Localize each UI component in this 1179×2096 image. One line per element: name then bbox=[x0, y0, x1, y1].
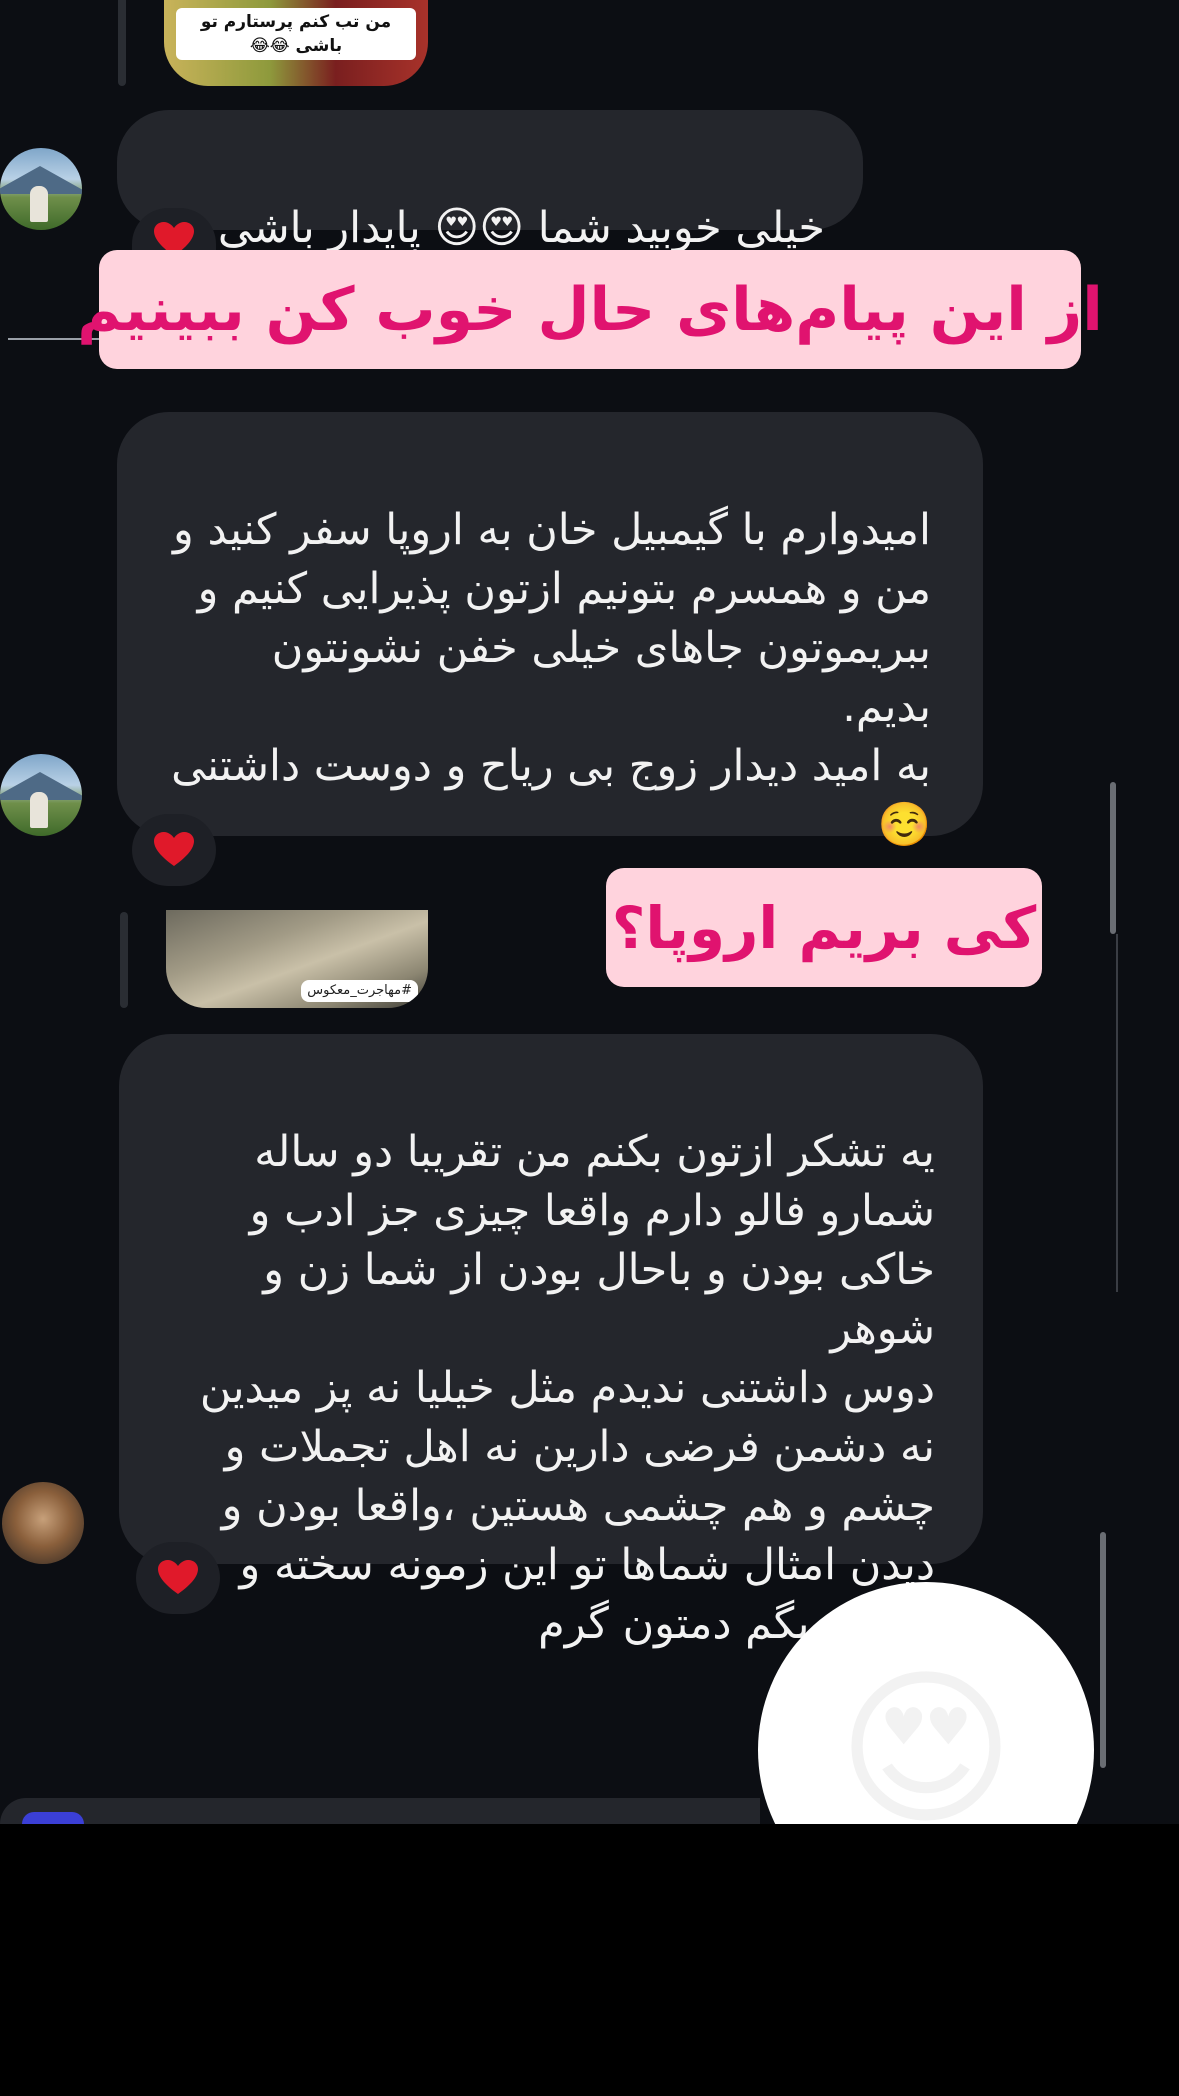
message-text: یه تشکر ازتون بکنم من تقریبا دو ساله شما… bbox=[199, 1127, 935, 1649]
heart-eyes-emoji-icon: 😍 bbox=[837, 1651, 1015, 1849]
reaction-badge[interactable] bbox=[132, 814, 216, 886]
reply-thumbnail-caption: من تب کنم پرستارم تو باشی 😂😂 bbox=[176, 8, 416, 60]
message-bubble[interactable]: خیلی خوبید شما 😍😍 پایدار باشی bbox=[117, 110, 863, 253]
sender-avatar[interactable] bbox=[2, 1482, 84, 1564]
message-bubble[interactable]: امیدوارم با گیمبیل خان به اروپا سفر کنید… bbox=[117, 412, 983, 850]
heart-icon bbox=[158, 1560, 198, 1594]
reply-thumbnail-image[interactable]: #مهاجرت_معکوس bbox=[166, 910, 428, 1008]
reply-thread-line bbox=[120, 912, 128, 1008]
scrollbar-track bbox=[1116, 934, 1118, 1292]
heart-icon bbox=[154, 832, 194, 866]
scrollbar-thumb[interactable] bbox=[1110, 782, 1116, 934]
message-bubble[interactable]: یه تشکر ازتون بکنم من تقریبا دو ساله شما… bbox=[119, 1034, 983, 1649]
composer-bar[interactable] bbox=[0, 1798, 760, 1824]
sender-avatar[interactable] bbox=[0, 148, 82, 230]
reaction-badge[interactable] bbox=[136, 1542, 220, 1614]
composer-avatar-edge bbox=[22, 1812, 84, 1824]
scrollbar-thumb[interactable] bbox=[1100, 1532, 1106, 1768]
sender-avatar[interactable] bbox=[0, 754, 82, 836]
reply-thumbnail-caption: #مهاجرت_معکوس bbox=[301, 980, 418, 1002]
overlay-caption-banner: کی بریم اروپا؟ bbox=[606, 868, 1042, 987]
overlay-caption-banner: از این پیام‌های حال خوب کن ببینیم bbox=[77, 250, 1103, 369]
message-text: خیلی خوبید شما 😍😍 پایدار باشی bbox=[217, 203, 825, 253]
bottom-black-area bbox=[0, 1824, 1179, 2096]
reply-thumbnail-image[interactable]: من تب کنم پرستارم تو باشی 😂😂 bbox=[164, 0, 428, 86]
message-text: امیدوارم با گیمبیل خان به اروپا سفر کنید… bbox=[171, 505, 931, 850]
reply-thread-line bbox=[118, 0, 126, 86]
